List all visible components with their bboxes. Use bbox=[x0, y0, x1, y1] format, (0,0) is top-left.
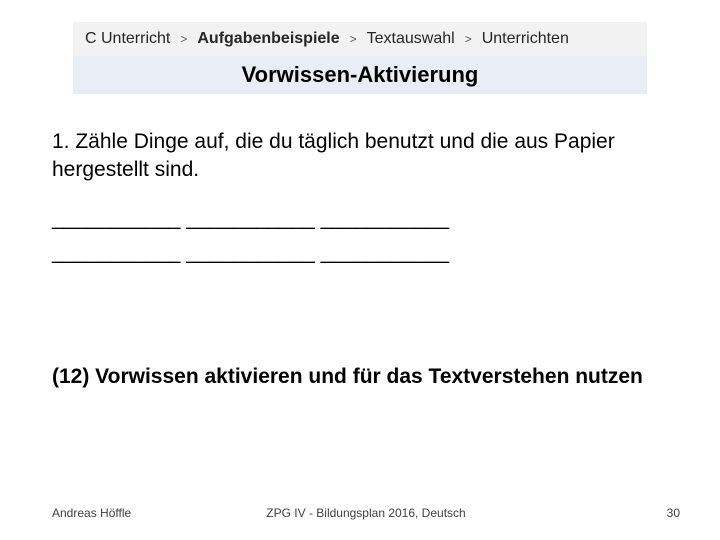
title-bar: Vorwissen-Aktivierung bbox=[73, 56, 647, 94]
body: 1. Zähle Dinge auf, die du täglich benut… bbox=[52, 128, 658, 397]
crumb-aufgabenbeispiele: Aufgabenbeispiele bbox=[197, 30, 339, 48]
blank-row-1: ___________ ___________ ___________ bbox=[52, 205, 658, 233]
crumb-unterrichten: Unterrichten bbox=[482, 30, 569, 48]
task-prompt: 1. Zähle Dinge auf, die du täglich benut… bbox=[52, 128, 658, 185]
footer-page-number: 30 bbox=[667, 506, 680, 520]
crumb-textauswahl: Textauswahl bbox=[367, 30, 455, 48]
footer: Andreas Höffle ZPG IV - Bildungsplan 201… bbox=[52, 506, 680, 520]
chevron-right-icon: > bbox=[180, 32, 187, 46]
page-title: Vorwissen-Aktivierung bbox=[242, 62, 479, 88]
strategy-label: (12) Vorwissen aktivieren und für das Te… bbox=[52, 357, 658, 397]
chevron-right-icon: > bbox=[350, 32, 357, 46]
blank-row-2: ___________ ___________ ___________ bbox=[52, 239, 658, 267]
chevron-right-icon: > bbox=[465, 32, 472, 46]
footer-center: ZPG IV - Bildungsplan 2016, Deutsch bbox=[52, 506, 680, 520]
breadcrumb: C Unterricht > Aufgabenbeispiele > Texta… bbox=[73, 22, 647, 56]
slide: C Unterricht > Aufgabenbeispiele > Texta… bbox=[0, 0, 720, 540]
crumb-c-unterricht: C Unterricht bbox=[85, 30, 170, 48]
answer-blanks: ___________ ___________ ___________ ____… bbox=[52, 205, 658, 268]
